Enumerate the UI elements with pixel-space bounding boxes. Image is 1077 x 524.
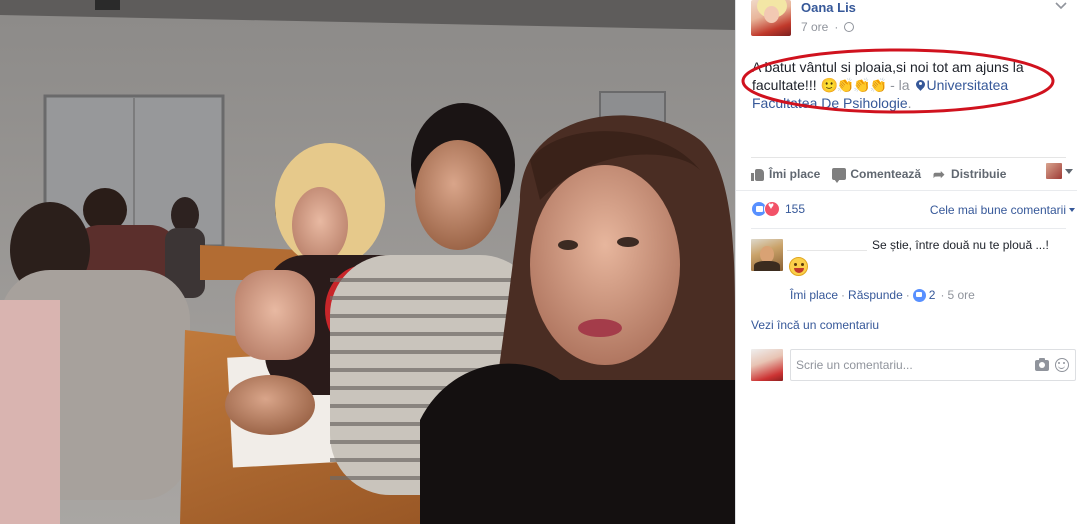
comment-button[interactable]: Comentează (832, 167, 921, 183)
post-time[interactable]: 7 ore (801, 20, 828, 34)
comment-reply-link[interactable]: Răspunde (848, 288, 903, 302)
redacted-commenter-name (787, 235, 867, 251)
share-arrow-icon: ➦ (933, 166, 945, 182)
comment-composer[interactable] (790, 349, 1076, 381)
post-actions: Îmi place Comentează ➦ Distribuie (751, 164, 1076, 184)
comment-like-count[interactable]: 2 (929, 288, 936, 302)
reactions-summary[interactable]: 155 (751, 201, 805, 217)
comment-like-link[interactable]: Îmi place (790, 288, 838, 302)
current-user-avatar (751, 349, 783, 381)
like-button[interactable]: Îmi place (751, 167, 820, 181)
comment-text: Se știe, între două nu te plouă ...! (872, 238, 1049, 252)
globe-icon[interactable] (844, 22, 855, 32)
view-more-comments-link[interactable]: Vezi încă un comentariu (751, 318, 879, 332)
post-meta: 7 ore · (801, 20, 855, 34)
author-name-link[interactable]: Oana Lis (801, 0, 856, 15)
laughing-emoji-icon (789, 257, 808, 276)
avatar (1046, 163, 1062, 179)
comment-time[interactable]: 5 ore (947, 288, 974, 302)
thumbs-up-icon (751, 168, 765, 181)
classroom-selfie-image (0, 0, 735, 524)
red-ellipse-annotation (741, 48, 1055, 114)
chevron-down-icon[interactable] (1055, 2, 1069, 14)
post-as-selector[interactable] (1046, 163, 1073, 179)
commenter-avatar[interactable] (751, 239, 783, 271)
comment-input[interactable] (791, 358, 1021, 372)
comment-sort-dropdown[interactable]: Cele mai bune comentarii (930, 203, 1075, 217)
reaction-count: 155 (785, 202, 806, 216)
caret-down-icon (1065, 168, 1073, 174)
comment-actions: Îmi place · Răspunde · 2 · 5 ore (790, 288, 975, 302)
post-photo[interactable] (0, 0, 735, 524)
share-button[interactable]: ➦ Distribuie (933, 167, 1006, 181)
caret-down-icon (1069, 208, 1075, 212)
like-reaction-icon (912, 288, 926, 302)
love-reaction-icon (764, 201, 780, 217)
camera-icon[interactable] (1035, 358, 1049, 371)
emoji-smiley-icon[interactable] (1055, 358, 1069, 372)
author-avatar[interactable] (751, 0, 791, 36)
post-sidebar: Oana Lis 7 ore · A batut vântul si ploai… (735, 0, 1077, 524)
comment-icon (832, 168, 847, 183)
